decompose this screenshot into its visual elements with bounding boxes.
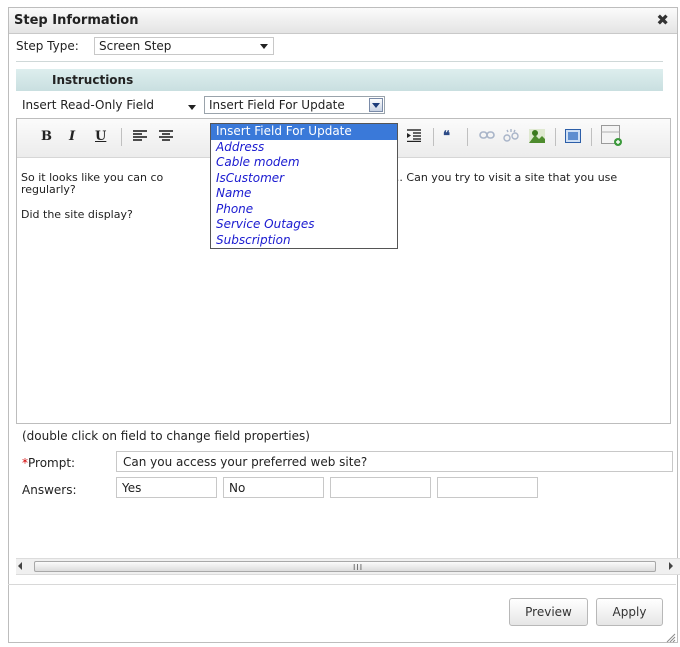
toolbar-separator: [591, 128, 592, 146]
answers-label: Answers:: [22, 483, 77, 497]
step-type-label: Step Type:: [16, 39, 79, 53]
toolbar-separator: [121, 128, 122, 146]
toolbar-separator: [467, 128, 468, 146]
image-icon[interactable]: [529, 129, 545, 147]
answer-input-4[interactable]: [437, 477, 538, 498]
dropdown-toggle-icon[interactable]: [369, 98, 383, 112]
scrollbar-grip: III: [353, 563, 364, 572]
prompt-label: *Prompt:: [22, 456, 76, 470]
insert-field-for-update-select[interactable]: Insert Field For Update: [204, 96, 385, 114]
toolbar-separator: [555, 128, 556, 146]
horizontal-scrollbar[interactable]: III: [16, 558, 680, 575]
insert-field-dropdown-list[interactable]: Insert Field For Update Address Cable mode…: [210, 123, 398, 249]
step-type-value: Screen Step: [99, 39, 172, 53]
prompt-input-value: Can you access your preferred web site?: [123, 455, 368, 469]
dropdown-option[interactable]: Address: [211, 140, 397, 156]
field-properties-hint: (double click on field to change field p…: [22, 429, 310, 443]
media-icon[interactable]: [565, 129, 581, 147]
resize-grip-icon[interactable]: [666, 633, 676, 643]
insert-readonly-field-menu[interactable]: Insert Read-Only Field: [22, 98, 154, 112]
unlink-icon[interactable]: [503, 129, 519, 149]
scroll-right-icon[interactable]: [669, 562, 673, 570]
insert-field-for-update-value: Insert Field For Update: [209, 98, 345, 112]
dropdown-option[interactable]: Phone: [211, 202, 397, 218]
dropdown-option[interactable]: Cable modem: [211, 155, 397, 171]
step-type-select[interactable]: Screen Step: [94, 37, 274, 55]
insert-table-icon[interactable]: [601, 125, 623, 151]
divider: [8, 584, 676, 585]
dialog-titlebar[interactable]: Step Information ✖: [9, 8, 677, 34]
chevron-down-icon: [260, 44, 268, 49]
dialog-title: Step Information: [14, 13, 139, 28]
apply-button[interactable]: Apply: [596, 598, 663, 626]
preview-button[interactable]: Preview: [509, 598, 588, 626]
scroll-left-icon[interactable]: [18, 562, 22, 570]
close-icon[interactable]: ✖: [656, 11, 669, 29]
divider: [16, 61, 663, 62]
instructions-header: Instructions: [16, 69, 663, 91]
toolbar-separator: [433, 128, 434, 146]
link-icon[interactable]: [479, 129, 495, 145]
chevron-down-icon[interactable]: [188, 105, 196, 110]
italic-icon[interactable]: I: [69, 129, 75, 144]
indent-icon[interactable]: [407, 129, 421, 146]
dropdown-option[interactable]: IsCustomer: [211, 171, 397, 187]
answer-input-1[interactable]: Yes: [116, 477, 217, 498]
prompt-input[interactable]: Can you access your preferred web site?: [116, 451, 673, 472]
bold-icon[interactable]: B: [41, 129, 52, 144]
blockquote-icon[interactable]: ❝: [443, 129, 450, 144]
underline-icon[interactable]: U: [95, 129, 106, 144]
align-center-icon[interactable]: [159, 129, 173, 146]
dropdown-option[interactable]: Name: [211, 186, 397, 202]
instructions-title: Instructions: [52, 73, 134, 87]
align-left-icon[interactable]: [133, 129, 147, 146]
answer-input-2[interactable]: No: [223, 477, 324, 498]
insert-field-row: Insert Read-Only Field Insert Field For …: [16, 96, 663, 116]
scrollbar-thumb[interactable]: III: [34, 561, 656, 572]
dropdown-option[interactable]: Insert Field For Update: [211, 124, 397, 140]
dropdown-option[interactable]: Subscription: [211, 233, 397, 249]
answer-input-3[interactable]: [330, 477, 431, 498]
dropdown-option[interactable]: Service Outages: [211, 217, 397, 233]
